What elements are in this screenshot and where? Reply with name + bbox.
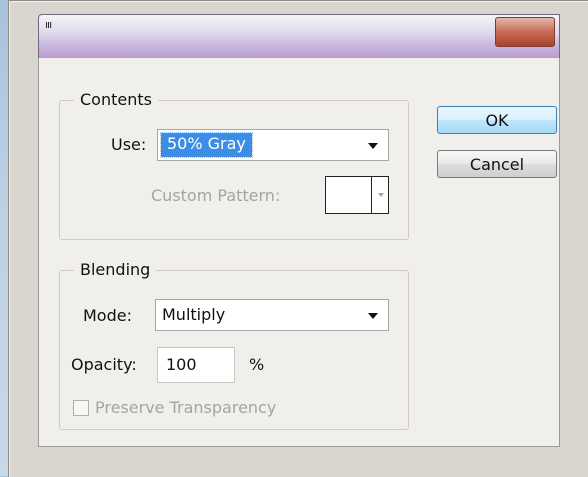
chevron-down-icon — [378, 193, 384, 197]
mode-value: Multiply — [162, 305, 226, 324]
close-button[interactable] — [495, 17, 555, 47]
grip-icon: ııı — [45, 18, 52, 31]
use-select[interactable]: 50% Gray — [157, 129, 389, 161]
use-value: 50% Gray — [160, 132, 253, 158]
opacity-value: 100 — [166, 355, 197, 374]
use-label: Use: — [111, 135, 147, 154]
contents-legend: Contents — [74, 90, 158, 110]
chevron-down-icon — [368, 143, 378, 149]
opacity-unit: % — [249, 355, 265, 374]
mode-label: Mode: — [83, 306, 132, 325]
title-bar[interactable]: ııı — [38, 14, 560, 61]
contents-group: Contents — [59, 90, 409, 240]
mode-select[interactable]: Multiply — [155, 299, 389, 331]
blending-legend: Blending — [74, 260, 157, 280]
custom-pattern-picker[interactable] — [325, 176, 389, 214]
preserve-transparency-checkbox[interactable] — [73, 400, 89, 416]
opacity-label: Opacity: — [71, 355, 137, 374]
fill-dialog: Contents Use: 50% Gray Custom Pattern: B… — [38, 58, 560, 447]
custom-pattern-label: Custom Pattern: — [151, 186, 281, 205]
preserve-transparency-label[interactable]: Preserve Transparency — [95, 398, 276, 418]
ok-button[interactable]: OK — [437, 106, 557, 134]
pattern-divider — [371, 177, 372, 213]
cancel-button[interactable]: Cancel — [437, 150, 557, 178]
opacity-field[interactable]: 100 — [157, 347, 235, 383]
chevron-down-icon — [368, 313, 378, 319]
